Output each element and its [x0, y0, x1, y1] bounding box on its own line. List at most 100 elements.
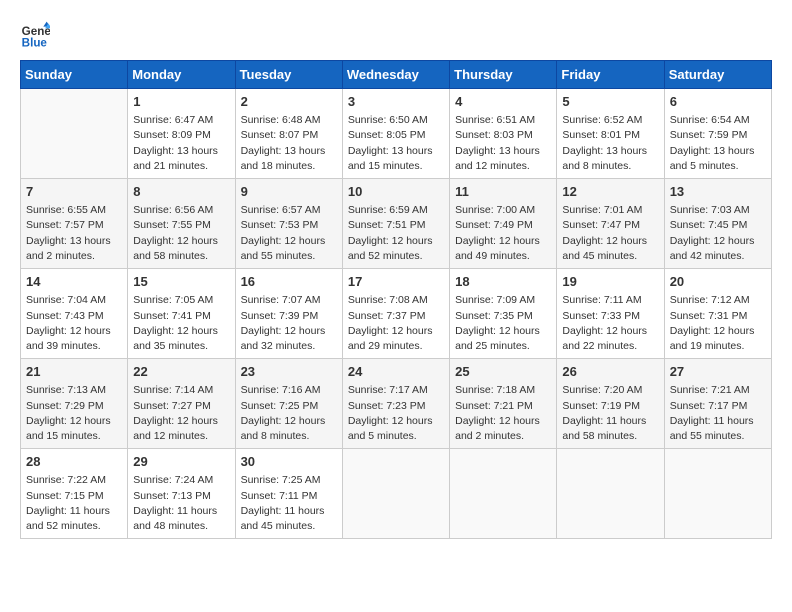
day-number: 28 [26, 453, 122, 471]
calendar-cell [342, 449, 449, 539]
day-info: Sunrise: 7:03 AM Sunset: 7:45 PM Dayligh… [670, 203, 766, 264]
day-number: 20 [670, 273, 766, 291]
day-number: 16 [241, 273, 337, 291]
week-row: 21Sunrise: 7:13 AM Sunset: 7:29 PM Dayli… [21, 359, 772, 449]
day-info: Sunrise: 6:59 AM Sunset: 7:51 PM Dayligh… [348, 203, 444, 264]
weekday-header-sunday: Sunday [21, 61, 128, 89]
weekday-header-wednesday: Wednesday [342, 61, 449, 89]
calendar-cell: 10 Sunrise: 6:59 AM Sunset: 7:51 PM Dayli… [342, 179, 449, 269]
calendar-cell: 27 Sunrise: 7:21 AM Sunset: 7:17 PM Dayli… [664, 359, 771, 449]
weekday-header-saturday: Saturday [664, 61, 771, 89]
day-number: 1 [133, 93, 229, 111]
calendar-cell: 25Sunrise: 7:18 AM Sunset: 7:21 PM Dayli… [450, 359, 557, 449]
calendar-cell: 1 Sunrise: 6:47 AM Sunset: 8:09 PM Daylig… [128, 89, 235, 179]
day-number: 29 [133, 453, 229, 471]
calendar-cell: 17Sunrise: 7:08 AM Sunset: 7:37 PM Dayli… [342, 269, 449, 359]
svg-text:Blue: Blue [22, 37, 48, 50]
day-number: 5 [562, 93, 658, 111]
calendar-cell: 18 Sunrise: 7:09 AM Sunset: 7:35 PM Dayli… [450, 269, 557, 359]
day-info: Sunrise: 6:54 AM Sunset: 7:59 PM Dayligh… [670, 113, 766, 174]
day-number: 24 [348, 363, 444, 381]
day-info: Sunrise: 6:52 AM Sunset: 8:01 PM Dayligh… [562, 113, 658, 174]
day-info: Sunrise: 7:05 AM Sunset: 7:41 PM Dayligh… [133, 293, 229, 354]
calendar-cell: 2 Sunrise: 6:48 AM Sunset: 8:07 PM Daylig… [235, 89, 342, 179]
day-number: 17 [348, 273, 444, 291]
weekday-header-friday: Friday [557, 61, 664, 89]
day-info: Sunrise: 7:11 AM Sunset: 7:33 PM Dayligh… [562, 293, 658, 354]
calendar-cell: 19 Sunrise: 7:11 AM Sunset: 7:33 PM Dayli… [557, 269, 664, 359]
day-info: Sunrise: 6:51 AM Sunset: 8:03 PM Dayligh… [455, 113, 551, 174]
calendar-cell: 26 Sunrise: 7:20 AM Sunset: 7:19 PM Dayli… [557, 359, 664, 449]
day-info: Sunrise: 7:21 AM Sunset: 7:17 PM Dayligh… [670, 383, 766, 444]
day-number: 12 [562, 183, 658, 201]
calendar-cell: 9 Sunrise: 6:57 AM Sunset: 7:53 PM Daylig… [235, 179, 342, 269]
day-number: 22 [133, 363, 229, 381]
day-number: 3 [348, 93, 444, 111]
weekday-header-monday: Monday [128, 61, 235, 89]
day-info: Sunrise: 6:56 AM Sunset: 7:55 PM Dayligh… [133, 203, 229, 264]
calendar-cell: 6 Sunrise: 6:54 AM Sunset: 7:59 PM Daylig… [664, 89, 771, 179]
weekday-header-thursday: Thursday [450, 61, 557, 89]
day-number: 19 [562, 273, 658, 291]
calendar-table: SundayMondayTuesdayWednesdayThursdayFrid… [20, 60, 772, 539]
day-info: Sunrise: 7:22 AM Sunset: 7:15 PM Dayligh… [26, 473, 122, 534]
day-number: 4 [455, 93, 551, 111]
calendar-cell: 11Sunrise: 7:00 AM Sunset: 7:49 PM Dayli… [450, 179, 557, 269]
day-number: 15 [133, 273, 229, 291]
day-info: Sunrise: 7:20 AM Sunset: 7:19 PM Dayligh… [562, 383, 658, 444]
day-info: Sunrise: 7:12 AM Sunset: 7:31 PM Dayligh… [670, 293, 766, 354]
day-number: 26 [562, 363, 658, 381]
week-row: 1 Sunrise: 6:47 AM Sunset: 8:09 PM Daylig… [21, 89, 772, 179]
day-info: Sunrise: 7:04 AM Sunset: 7:43 PM Dayligh… [26, 293, 122, 354]
day-number: 2 [241, 93, 337, 111]
day-info: Sunrise: 7:24 AM Sunset: 7:13 PM Dayligh… [133, 473, 229, 534]
day-info: Sunrise: 7:14 AM Sunset: 7:27 PM Dayligh… [133, 383, 229, 444]
day-number: 27 [670, 363, 766, 381]
calendar-cell [450, 449, 557, 539]
calendar-cell: 13 Sunrise: 7:03 AM Sunset: 7:45 PM Dayli… [664, 179, 771, 269]
day-number: 10 [348, 183, 444, 201]
week-row: 7 Sunrise: 6:55 AM Sunset: 7:57 PM Daylig… [21, 179, 772, 269]
calendar-cell: 14Sunrise: 7:04 AM Sunset: 7:43 PM Dayli… [21, 269, 128, 359]
day-info: Sunrise: 7:25 AM Sunset: 7:11 PM Dayligh… [241, 473, 337, 534]
day-info: Sunrise: 6:48 AM Sunset: 8:07 PM Dayligh… [241, 113, 337, 174]
day-info: Sunrise: 7:09 AM Sunset: 7:35 PM Dayligh… [455, 293, 551, 354]
day-info: Sunrise: 7:00 AM Sunset: 7:49 PM Dayligh… [455, 203, 551, 264]
day-number: 9 [241, 183, 337, 201]
calendar-cell: 8 Sunrise: 6:56 AM Sunset: 7:55 PM Daylig… [128, 179, 235, 269]
day-info: Sunrise: 6:55 AM Sunset: 7:57 PM Dayligh… [26, 203, 122, 264]
day-number: 6 [670, 93, 766, 111]
calendar-cell: 12 Sunrise: 7:01 AM Sunset: 7:47 PM Dayli… [557, 179, 664, 269]
calendar-cell: 5 Sunrise: 6:52 AM Sunset: 8:01 PM Daylig… [557, 89, 664, 179]
calendar-cell: 24Sunrise: 7:17 AM Sunset: 7:23 PM Dayli… [342, 359, 449, 449]
day-number: 13 [670, 183, 766, 201]
day-info: Sunrise: 6:50 AM Sunset: 8:05 PM Dayligh… [348, 113, 444, 174]
calendar-header: SundayMondayTuesdayWednesdayThursdayFrid… [21, 61, 772, 89]
calendar-cell: 29 Sunrise: 7:24 AM Sunset: 7:13 PM Dayli… [128, 449, 235, 539]
day-number: 30 [241, 453, 337, 471]
day-number: 23 [241, 363, 337, 381]
day-number: 18 [455, 273, 551, 291]
day-info: Sunrise: 7:01 AM Sunset: 7:47 PM Dayligh… [562, 203, 658, 264]
week-row: 14Sunrise: 7:04 AM Sunset: 7:43 PM Dayli… [21, 269, 772, 359]
calendar-cell: 3 Sunrise: 6:50 AM Sunset: 8:05 PM Daylig… [342, 89, 449, 179]
day-info: Sunrise: 6:47 AM Sunset: 8:09 PM Dayligh… [133, 113, 229, 174]
logo: General Blue [20, 20, 54, 50]
day-info: Sunrise: 6:57 AM Sunset: 7:53 PM Dayligh… [241, 203, 337, 264]
week-row: 28 Sunrise: 7:22 AM Sunset: 7:15 PM Dayli… [21, 449, 772, 539]
day-number: 8 [133, 183, 229, 201]
calendar-cell: 16 Sunrise: 7:07 AM Sunset: 7:39 PM Dayli… [235, 269, 342, 359]
calendar-cell: 15 Sunrise: 7:05 AM Sunset: 7:41 PM Dayli… [128, 269, 235, 359]
logo-icon: General Blue [20, 20, 50, 50]
calendar-cell: 23Sunrise: 7:16 AM Sunset: 7:25 PM Dayli… [235, 359, 342, 449]
page-header: General Blue [20, 20, 772, 50]
calendar-cell: 22 Sunrise: 7:14 AM Sunset: 7:27 PM Dayli… [128, 359, 235, 449]
day-number: 7 [26, 183, 122, 201]
calendar-cell: 4 Sunrise: 6:51 AM Sunset: 8:03 PM Daylig… [450, 89, 557, 179]
calendar-cell: 20 Sunrise: 7:12 AM Sunset: 7:31 PM Dayli… [664, 269, 771, 359]
calendar-cell: 30 Sunrise: 7:25 AM Sunset: 7:11 PM Dayli… [235, 449, 342, 539]
calendar-cell: 28 Sunrise: 7:22 AM Sunset: 7:15 PM Dayli… [21, 449, 128, 539]
day-info: Sunrise: 7:07 AM Sunset: 7:39 PM Dayligh… [241, 293, 337, 354]
calendar-cell [21, 89, 128, 179]
calendar-cell [664, 449, 771, 539]
